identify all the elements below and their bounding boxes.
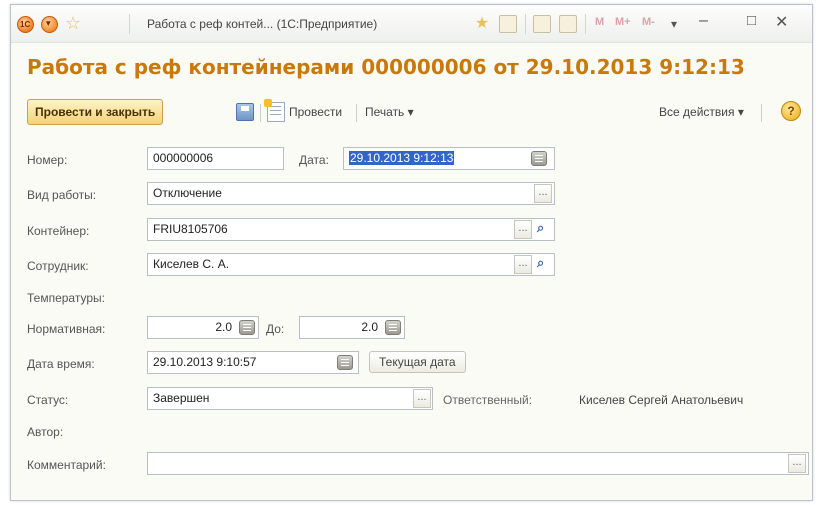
calculator-icon[interactable] [385, 320, 401, 335]
work-type-field[interactable]: Отключение [147, 182, 555, 205]
add-to-favorites-icon[interactable]: ★ [473, 15, 491, 33]
calendar-picker-icon[interactable] [337, 355, 353, 370]
maximize-button[interactable]: □ [747, 12, 756, 29]
window-title: Работа с реф контей... (1С:Предприятие) [147, 17, 378, 31]
container-label: Контейнер: [27, 224, 90, 238]
favorite-star-icon[interactable]: ☆ [65, 13, 81, 34]
search-icon[interactable]: ⌕ [537, 220, 544, 236]
title-separator [525, 14, 526, 34]
employee-label: Сотрудник: [27, 259, 89, 273]
date-label: Дата: [299, 153, 329, 167]
comment-field[interactable] [147, 452, 809, 475]
work-type-label: Вид работы: [27, 188, 97, 202]
to-label: До: [266, 322, 285, 336]
employee-select-button[interactable]: ... [514, 255, 532, 274]
number-field[interactable]: 000000006 [147, 147, 284, 170]
all-actions-button[interactable]: Все действия ▾ [659, 105, 744, 119]
temperatures-label: Температуры: [27, 291, 105, 305]
calendar-picker-icon[interactable] [531, 151, 547, 166]
employee-field[interactable]: Киселев С. А. [147, 253, 555, 276]
save-icon[interactable] [236, 103, 254, 121]
title-separator [129, 14, 130, 34]
responsible-value: Киселев Сергей Анатольевич [579, 393, 744, 407]
post-icon[interactable] [264, 99, 285, 122]
toolbar-separator [356, 104, 357, 122]
author-label: Автор: [27, 425, 64, 439]
status-select-button[interactable]: ... [413, 389, 431, 408]
status-label: Статус: [27, 393, 69, 407]
memory-button[interactable]: M [595, 16, 604, 28]
chevron-down-icon: ▾ [737, 105, 744, 119]
datetime-field[interactable]: 29.10.2013 9:10:57 [147, 351, 359, 374]
title-bar: 1С ▾ ☆ Работа с реф контей... (1С:Предпр… [11, 5, 812, 43]
memory-minus-button[interactable]: M- [642, 16, 655, 28]
comment-edit-button[interactable]: ... [788, 454, 806, 473]
number-label: Номер: [27, 153, 68, 167]
chevron-down-icon[interactable]: ▾ [671, 17, 677, 31]
toolbar-separator [761, 104, 762, 122]
print-button[interactable]: Печать ▾ [365, 105, 414, 119]
memory-plus-button[interactable]: M+ [615, 16, 631, 28]
toolbar-separator [260, 104, 261, 122]
datetime-label: Дата время: [27, 357, 95, 371]
post-button[interactable]: Провести [289, 105, 342, 119]
calculator-icon[interactable] [533, 15, 551, 33]
responsible-label: Ответственный: [443, 393, 533, 407]
container-select-button[interactable]: ... [514, 220, 532, 239]
main-menu-button[interactable]: ▾ [41, 16, 58, 33]
post-and-close-button[interactable]: Провести и закрыть [27, 99, 164, 125]
document-window: 1С ▾ ☆ Работа с реф контей... (1С:Предпр… [10, 4, 813, 501]
calculator-icon[interactable] [239, 320, 255, 335]
close-button[interactable]: ✕ [775, 12, 788, 32]
current-date-button[interactable]: Текущая дата [369, 351, 466, 373]
comment-label: Комментарий: [27, 458, 106, 472]
chevron-down-icon: ▾ [407, 105, 414, 119]
minimize-button[interactable]: – [699, 12, 708, 30]
normative-label: Нормативная: [27, 322, 106, 336]
search-icon[interactable]: ⌕ [537, 255, 544, 271]
app-logo-icon[interactable]: 1С [17, 16, 34, 33]
command-bar: Провести и закрыть Провести Печать ▾ Все… [27, 97, 804, 127]
help-button[interactable]: ? [781, 101, 801, 121]
container-field[interactable]: FRIU8105706 [147, 218, 555, 241]
link-icon[interactable] [499, 15, 517, 33]
work-type-select-button[interactable]: ... [534, 184, 552, 203]
date-field[interactable]: 29.10.2013 9:12:13 [343, 147, 555, 170]
status-field[interactable]: Завершен [147, 387, 433, 410]
title-separator [585, 14, 586, 34]
page-title: Работа с реф контейнерами 000000006 от 2… [27, 55, 745, 79]
calendar-icon[interactable] [559, 15, 577, 33]
